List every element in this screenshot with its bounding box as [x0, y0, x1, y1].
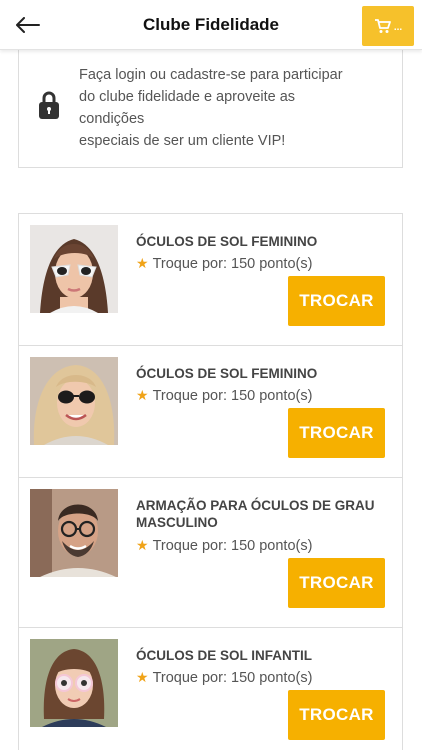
trade-button[interactable]: TROCAR — [288, 408, 385, 458]
list-item: ÓCULOS DE SOL INFANTIL ★ Troque por: 150… — [19, 628, 402, 750]
points-info: ★ Troque por: 150 ponto(s) — [136, 255, 312, 272]
cart-button[interactable]: ... — [362, 6, 414, 46]
login-message-line: do clube fidelidade e aproveite as — [79, 89, 296, 105]
list-item: ÓCULOS DE SOL FEMININO ★ Troque por: 150… — [19, 214, 402, 346]
trade-button[interactable]: TROCAR — [288, 276, 385, 326]
points-info: ★ Troque por: 150 ponto(s) — [136, 387, 312, 404]
login-message: Faça login ou cadastre-se para participa… — [79, 64, 389, 152]
points-text: Troque por: 150 ponto(s) — [152, 255, 313, 272]
star-icon: ★ — [136, 669, 149, 685]
product-image[interactable] — [30, 357, 118, 445]
product-name: ÓCULOS DE SOL FEMININO — [136, 366, 318, 381]
product-name: ÓCULOS DE SOL FEMININO — [136, 234, 318, 249]
back-button[interactable] — [14, 12, 42, 38]
list-item: ÓCULOS DE SOL FEMININO ★ Troque por: 150… — [19, 346, 402, 478]
shopping-cart-icon — [374, 19, 391, 33]
product-image[interactable] — [30, 225, 118, 313]
app-header: Clube Fidelidade ... — [0, 0, 422, 50]
points-info: ★ Troque por: 150 ponto(s) — [136, 537, 312, 554]
login-notice-card[interactable]: Faça login ou cadastre-se para participa… — [18, 50, 403, 168]
product-image[interactable] — [30, 489, 118, 577]
arrow-left-icon — [16, 17, 40, 33]
login-message-line: Faça login ou cadastre-se para participa… — [79, 67, 343, 83]
points-info: ★ Troque por: 150 ponto(s) — [136, 669, 312, 686]
star-icon: ★ — [136, 387, 149, 403]
star-icon: ★ — [136, 537, 149, 553]
product-name: ÓCULOS DE SOL INFANTIL — [136, 648, 313, 663]
product-image[interactable] — [30, 639, 118, 727]
trade-button[interactable]: TROCAR — [288, 558, 385, 608]
page-title: Clube Fidelidade — [142, 14, 280, 34]
list-item: ARMAÇÃO PARA ÓCULOS DE GRAU MASCULINO ★ … — [19, 478, 402, 628]
star-icon: ★ — [136, 255, 149, 271]
points-text: Troque por: 150 ponto(s) — [152, 669, 313, 686]
rewards-list: ÓCULOS DE SOL FEMININO ★ Troque por: 150… — [18, 213, 403, 750]
trade-button[interactable]: TROCAR — [288, 690, 385, 740]
login-message-line: condições — [79, 111, 145, 127]
login-message-line: especiais de ser um cliente VIP! — [79, 133, 286, 149]
points-text: Troque por: 150 ponto(s) — [152, 537, 313, 554]
points-text: Troque por: 150 ponto(s) — [152, 387, 313, 404]
product-name: ARMAÇÃO PARA ÓCULOS DE GRAU MASCULINO — [136, 498, 375, 530]
lock-icon — [39, 91, 59, 119]
cart-count: ... — [393, 22, 403, 33]
